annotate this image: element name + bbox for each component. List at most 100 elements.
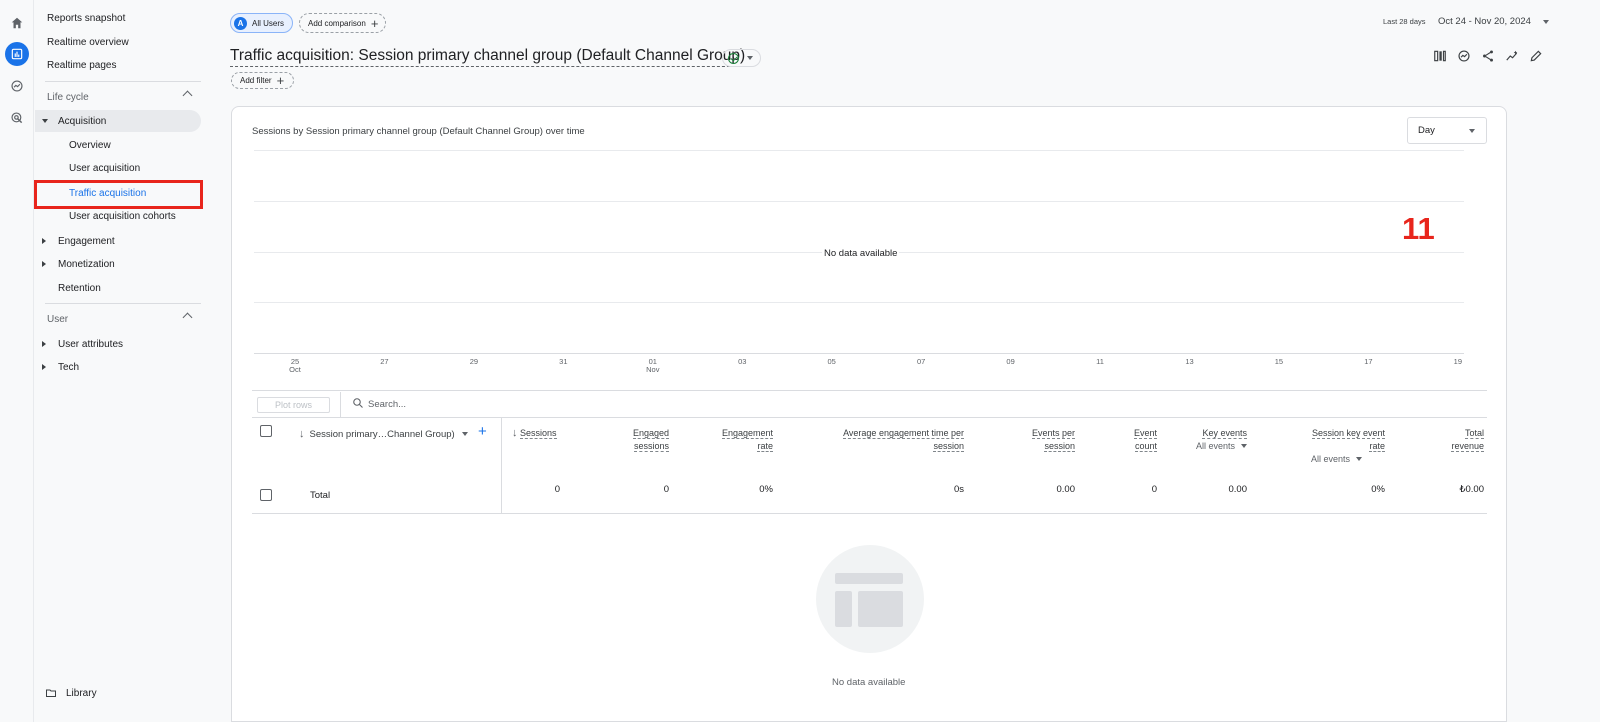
- x-tick-day: 11: [1096, 357, 1104, 366]
- caret-down-icon: [461, 432, 468, 436]
- sidebar-item-tech[interactable]: Tech: [35, 356, 201, 378]
- x-tick-label: 25 Oct: [283, 358, 307, 374]
- advertising-icon[interactable]: [5, 106, 29, 130]
- table-separator: [252, 417, 1487, 418]
- chart-gridline: [254, 201, 1464, 202]
- add-dimension-button[interactable]: +: [478, 424, 487, 439]
- x-tick-label: 03: [730, 358, 754, 366]
- section-life-cycle[interactable]: Life cycle: [35, 86, 201, 108]
- explore-icon[interactable]: [5, 74, 29, 98]
- x-tick-label: 09: [999, 358, 1023, 366]
- x-tick-label: 15: [1267, 358, 1291, 366]
- granularity-select[interactable]: Day: [1407, 117, 1487, 144]
- total-engaged-sessions: 0: [663, 484, 669, 495]
- column-header-session-key-event-rate[interactable]: Session key event rate: [1311, 427, 1385, 453]
- total-key-events: 0.00: [1228, 484, 1248, 495]
- caret-right-icon: [42, 364, 46, 370]
- x-tick-day: 31: [559, 357, 568, 366]
- x-tick-label: 05: [820, 358, 844, 366]
- column-header-events-per-session[interactable]: Events per session: [1031, 427, 1075, 453]
- select-all-checkbox[interactable]: [260, 425, 272, 437]
- caret-down-icon: [1356, 457, 1363, 461]
- sidebar-item-retention[interactable]: Retention: [35, 277, 201, 299]
- insights-icon[interactable]: [1456, 48, 1472, 64]
- table-separator: [252, 390, 1487, 391]
- total-session-key-event-rate: 0%: [1371, 484, 1385, 495]
- segment-chip-all-users[interactable]: A All Users: [230, 13, 293, 33]
- folder-icon: [46, 689, 56, 697]
- report-toolbar: [1432, 48, 1544, 64]
- column-header-event-count[interactable]: Event count: [1133, 427, 1157, 453]
- column-header-sessions[interactable]: ↓ Sessions: [512, 427, 557, 440]
- sort-arrow-icon: ↓: [512, 427, 518, 439]
- left-rail: [0, 0, 34, 722]
- sidebar-item-realtime-pages[interactable]: Realtime pages: [35, 54, 201, 76]
- sidebar-nav: Reports snapshot Realtime overview Realt…: [35, 0, 207, 722]
- x-tick-day: 09: [1006, 357, 1015, 366]
- date-range-picker[interactable]: Oct 24 - Nov 20, 2024: [1438, 16, 1531, 27]
- section-user[interactable]: User: [35, 308, 201, 330]
- home-icon[interactable]: [5, 11, 29, 35]
- search-icon: [353, 398, 363, 408]
- dimension-column-divider: [501, 417, 502, 513]
- table-separator: [252, 513, 1487, 514]
- total-engagement-rate: 0%: [759, 484, 773, 495]
- dimension-column-header[interactable]: ↓ Session primary…Channel Group): [299, 428, 468, 440]
- sidebar-item-realtime-overview[interactable]: Realtime overview: [35, 31, 201, 53]
- sidebar-item-user-acquisition[interactable]: User acquisition: [35, 157, 201, 179]
- library-link[interactable]: Library: [45, 687, 97, 699]
- x-tick-label: 29: [462, 358, 486, 366]
- column-header-key-events[interactable]: Key events: [1202, 427, 1247, 440]
- sidebar-item-acquisition[interactable]: Acquisition: [35, 110, 201, 132]
- total-avg-engagement-time: 0s: [953, 484, 964, 495]
- x-tick-month: Oct: [289, 365, 301, 374]
- highlight-annotation-box: [34, 180, 203, 209]
- edit-pencil-icon[interactable]: [1528, 48, 1544, 64]
- chart-gridline: [254, 302, 1464, 303]
- sidebar-item-user-attributes[interactable]: User attributes: [35, 333, 201, 355]
- sidebar-item-overview[interactable]: Overview: [35, 134, 201, 156]
- key-events-filter[interactable]: All events: [1196, 441, 1248, 451]
- sidebar-item-reports-snapshot[interactable]: Reports snapshot: [35, 7, 201, 29]
- sidebar-item-engagement[interactable]: Engagement: [35, 230, 201, 252]
- plot-rows-button[interactable]: Plot rows: [257, 397, 330, 413]
- chevron-down-icon[interactable]: [1543, 20, 1549, 24]
- caret-right-icon: [42, 238, 46, 244]
- column-header-total-revenue[interactable]: Total revenue: [1451, 427, 1484, 453]
- total-row-checkbox[interactable]: [260, 489, 272, 501]
- x-tick-label: 01 Nov: [641, 358, 665, 374]
- report-card: Sessions by Session primary channel grou…: [231, 106, 1507, 722]
- x-tick-label: 11: [1088, 358, 1112, 366]
- share-icon[interactable]: [1480, 48, 1496, 64]
- page-title[interactable]: Traffic acquisition: Session primary cha…: [230, 47, 746, 67]
- add-comparison-button[interactable]: Add comparison +: [299, 13, 386, 33]
- session-key-event-rate-filter[interactable]: All events: [1311, 454, 1363, 464]
- add-filter-button[interactable]: Add filter +: [231, 72, 294, 89]
- chart-baseline: [254, 353, 1464, 354]
- table-no-data-message: No data available: [832, 677, 906, 688]
- x-tick-label: 13: [1178, 358, 1202, 366]
- table-search-input[interactable]: [368, 397, 668, 412]
- chart-no-data-message: No data available: [822, 248, 900, 259]
- x-tick-day: 07: [916, 357, 926, 366]
- sidebar-divider: [45, 303, 201, 304]
- report-status-chip[interactable]: [722, 49, 761, 67]
- x-tick-month: Nov: [646, 365, 660, 374]
- sidebar-item-monetization[interactable]: Monetization: [35, 253, 201, 275]
- caret-down-icon: [1469, 129, 1475, 133]
- total-events-per-session: 0.00: [1056, 484, 1076, 495]
- x-tick-label: 31: [551, 358, 575, 366]
- column-header-avg-engagement-time[interactable]: Average engagement time per session: [843, 427, 964, 453]
- reports-icon[interactable]: [5, 42, 29, 66]
- date-range-label: Last 28 days: [1383, 17, 1426, 26]
- column-header-engaged-sessions[interactable]: Engaged sessions: [632, 427, 669, 453]
- segment-avatar: A: [234, 16, 247, 30]
- column-header-engagement-rate[interactable]: Engagement rate: [721, 427, 773, 453]
- total-revenue: ₺0.00: [1459, 484, 1484, 495]
- compare-columns-icon[interactable]: [1432, 48, 1448, 64]
- annotation-number: 11: [1402, 211, 1435, 246]
- total-sessions: 0: [554, 484, 560, 495]
- x-tick-day: 17: [1364, 357, 1373, 366]
- trend-sparkle-icon[interactable]: [1504, 48, 1520, 64]
- x-tick-label: 27: [372, 358, 396, 366]
